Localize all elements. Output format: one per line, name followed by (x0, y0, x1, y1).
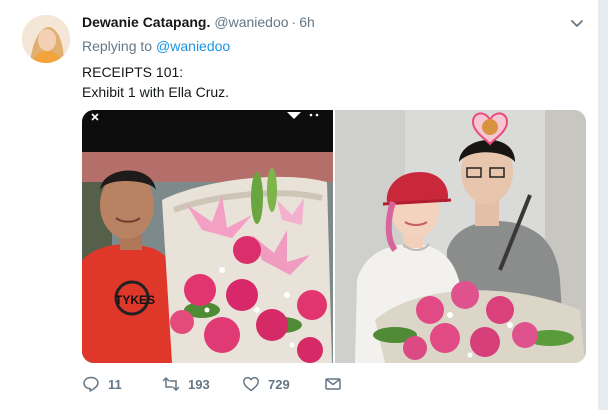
tweet-header: Dewanie Catapang. @waniedoo · 6h (82, 14, 558, 34)
like-count: 729 (268, 376, 290, 392)
reply-button[interactable]: 11 (82, 374, 122, 394)
reply-count: 11 (108, 376, 122, 392)
chevron-down-icon[interactable] (568, 14, 586, 32)
shirt-logo-text: TYKES (115, 293, 155, 307)
user-handle[interactable]: @waniedoo (214, 14, 288, 30)
avatar-image (22, 15, 70, 63)
like-button[interactable]: 729 (242, 374, 290, 394)
display-name[interactable]: Dewanie Catapang. (82, 14, 210, 30)
tweet-text-line: Exhibit 1 with Ella Cruz. (82, 84, 230, 100)
avatar[interactable] (22, 15, 70, 63)
retweet-button[interactable]: 193 (162, 374, 210, 394)
retweet-icon (162, 377, 180, 391)
tweet-card[interactable]: Dewanie Catapang. @waniedoo · 6h Replying t… (0, 0, 599, 410)
retweet-count: 193 (188, 376, 210, 392)
separator-dot: · (291, 14, 297, 30)
photo-right[interactable] (335, 110, 586, 363)
tweet-text: RECEIPTS 101: Exhibit 1 with Ella Cruz. (82, 62, 229, 102)
heart-icon (243, 376, 259, 392)
replying-to: Replying to @waniedoo (82, 38, 230, 54)
photo-left[interactable]: TYKES (82, 110, 333, 363)
media-grid: TYKES (82, 110, 586, 363)
envelope-icon (325, 378, 341, 390)
reply-mention-link[interactable]: @waniedoo (156, 38, 230, 54)
replying-prefix: Replying to (82, 38, 153, 54)
timestamp[interactable]: 6h (299, 14, 315, 30)
direct-message-button[interactable] (324, 374, 342, 394)
reply-icon (83, 376, 99, 392)
tweet-text-line: RECEIPTS 101: (82, 64, 184, 80)
